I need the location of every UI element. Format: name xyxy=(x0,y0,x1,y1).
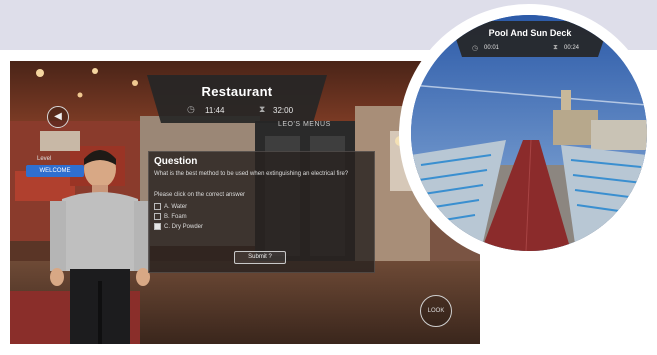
answer-label: A. Water xyxy=(164,204,188,211)
pool-deck-scene: Pool And Sun Deck ◷ 00:01 ⧗ 00:24 xyxy=(411,15,647,251)
hourglass-icon: ⧗ xyxy=(553,44,558,51)
question-text: What is the best method to be used when … xyxy=(154,171,349,177)
question-title: Question xyxy=(154,156,198,167)
checkbox[interactable] xyxy=(154,213,161,220)
clock-icon: ◷ xyxy=(472,45,479,52)
look-around-button[interactable]: LOOK xyxy=(420,295,452,327)
location-title: Restaurant xyxy=(201,84,273,99)
answer-option-b[interactable]: B. Foam xyxy=(154,213,187,220)
checkbox[interactable] xyxy=(154,203,161,210)
hud-panel xyxy=(147,75,327,123)
inset-location-hud: Pool And Sun Deck ◷ 00:01 ⧗ 00:24 xyxy=(450,21,610,57)
nav-back-icon[interactable]: ◀ xyxy=(47,106,69,128)
inset-time-elapsed: 00:01 xyxy=(484,45,500,51)
quiz-panel: Question What is the best method to be u… xyxy=(148,151,375,273)
answer-option-c[interactable]: C. Dry Powder xyxy=(154,223,203,230)
restaurant-sign: LEO'S MENUS xyxy=(278,121,331,128)
inset-location-title: Pool And Sun Deck xyxy=(488,28,572,38)
time-remaining: 32:00 xyxy=(273,106,294,115)
answer-label: B. Foam xyxy=(164,214,187,221)
location-hud: Restaurant ◷ 11:44 ⧗ 32:00 xyxy=(147,75,327,123)
time-elapsed: 11:44 xyxy=(205,106,225,115)
inset-time-remaining: 00:24 xyxy=(564,45,580,51)
clock-icon: ◷ xyxy=(187,104,195,114)
answer-option-a[interactable]: A. Water xyxy=(154,203,187,210)
submit-button[interactable]: Submit ? xyxy=(234,251,286,264)
character-avatar xyxy=(50,150,150,344)
answer-label: C. Dry Powder xyxy=(164,224,204,231)
hourglass-icon: ⧗ xyxy=(259,104,266,114)
checkbox-checked[interactable] xyxy=(154,223,161,230)
question-prompt: Please click on the correct answer xyxy=(154,192,246,198)
